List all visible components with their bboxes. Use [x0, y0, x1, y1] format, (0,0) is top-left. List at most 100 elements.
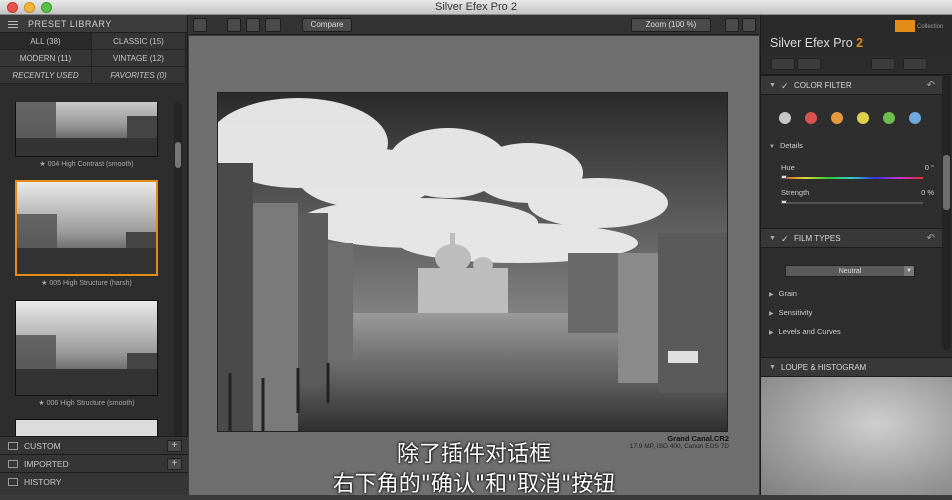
menu-icon: [8, 21, 18, 29]
preview-image[interactable]: [217, 92, 728, 432]
nik-logo-icon: [895, 20, 915, 33]
zoom-window-button[interactable]: [41, 2, 52, 13]
collapse-icon: ▼: [769, 82, 776, 89]
scrollbar-thumb[interactable]: [943, 155, 950, 210]
color-filter-title: COLOR FILTER: [794, 81, 852, 90]
preset-item-selected[interactable]: ★ 005 High Structure (harsh): [15, 180, 158, 287]
background-light-button[interactable]: [725, 18, 739, 32]
reset-color-filter-icon[interactable]: ↶: [927, 76, 935, 96]
collapse-icon: ▼: [769, 235, 776, 242]
history-section[interactable]: HISTORY: [0, 472, 188, 495]
hue-label: Hue: [781, 163, 795, 172]
adjustments-panel: Collection Silver Efex Pro 2 ▼ ✓ COLOR F…: [760, 15, 952, 495]
panel-tab-button[interactable]: [871, 58, 895, 70]
filter-red-button[interactable]: [805, 112, 817, 124]
panel-icon-row: [761, 55, 952, 75]
custom-section-label: CUSTOM: [24, 441, 61, 451]
expand-icon: ▶: [769, 292, 774, 298]
zoom-dropdown[interactable]: Zoom (100 %): [631, 18, 711, 32]
preset-thumbnail: [15, 102, 158, 157]
add-custom-preset-button[interactable]: +: [167, 440, 182, 452]
brand-header: Collection Silver Efex Pro 2: [761, 15, 952, 55]
filter-yellow-button[interactable]: [857, 112, 869, 124]
strength-label: Strength: [781, 188, 810, 197]
minimize-window-button[interactable]: [24, 2, 35, 13]
category-classic[interactable]: CLASSIC (15): [92, 33, 186, 50]
side-by-side-view-button[interactable]: [265, 18, 281, 32]
scrollbar-thumb[interactable]: [175, 142, 181, 168]
subtitle-line-1: 除了插件对话框: [396, 442, 551, 467]
film-types-enable-checkbox[interactable]: ✓: [781, 229, 789, 249]
category-favorites[interactable]: FAVORITES (0): [92, 67, 186, 84]
levels-curves-subsection[interactable]: ▶ Levels and Curves: [769, 327, 841, 336]
import-icon: [8, 460, 18, 468]
reset-film-types-icon[interactable]: ↶: [927, 229, 935, 249]
panel-tab-button[interactable]: [771, 58, 795, 70]
split-view-button[interactable]: [246, 18, 260, 32]
loupe-histogram-title: LOUPE & HISTOGRAM: [781, 363, 867, 372]
image-preview-area[interactable]: Grand Canal.CR2 17.9 MP, ISO 400, Canon …: [189, 36, 759, 495]
panel-toggle-button[interactable]: [742, 18, 756, 32]
imported-section[interactable]: IMPORTED +: [0, 454, 188, 472]
sensitivity-subsection[interactable]: ▶ Sensitivity: [769, 308, 812, 317]
nik-collection-logo: Collection: [895, 19, 949, 35]
strength-slider-track[interactable]: [781, 202, 923, 204]
preset-item[interactable]: ★ 004 High Contrast (smooth): [15, 102, 158, 168]
window-titlebar: Silver Efex Pro 2: [0, 0, 952, 15]
compare-button[interactable]: Compare: [302, 18, 352, 32]
strength-value: 0 %: [921, 188, 934, 197]
expand-icon: ▶: [769, 330, 774, 336]
custom-section[interactable]: CUSTOM +: [0, 436, 188, 454]
loupe-histogram-header[interactable]: ▼ LOUPE & HISTOGRAM: [761, 357, 952, 377]
preset-item[interactable]: ★ 006 High Structure (smooth): [15, 300, 158, 407]
film-type-select[interactable]: Neutral ▼: [785, 265, 915, 277]
adjustments-scrollbar[interactable]: [942, 75, 951, 350]
chevron-down-icon: ▼: [904, 266, 914, 276]
panel-tab-button[interactable]: [797, 58, 821, 70]
history-icon: [8, 478, 18, 486]
filter-orange-button[interactable]: [831, 112, 843, 124]
hue-slider-track[interactable]: [781, 177, 923, 179]
filter-blue-button[interactable]: [909, 112, 921, 124]
close-window-button[interactable]: [7, 2, 18, 13]
browser-toggle-button[interactable]: [193, 18, 207, 32]
film-types-title: FILM TYPES: [794, 234, 841, 243]
import-preset-button[interactable]: +: [167, 458, 182, 470]
filter-neutral-button[interactable]: [779, 112, 791, 124]
strength-slider-thumb[interactable]: [781, 200, 787, 204]
hue-slider-thumb[interactable]: [781, 175, 787, 179]
expand-icon: ▶: [769, 311, 774, 317]
loupe-preview[interactable]: [761, 377, 952, 495]
hue-value: 0 °: [924, 163, 934, 172]
preset-label: ★ 005 High Structure (harsh): [41, 280, 132, 287]
product-name: Silver Efex Pro 2: [770, 36, 864, 50]
single-view-button[interactable]: [227, 18, 241, 32]
view-toolbar: Compare Zoom (100 %): [189, 15, 759, 35]
imported-section-label: IMPORTED: [24, 459, 69, 469]
details-subsection[interactable]: ▼ Details: [769, 141, 803, 150]
color-filter-header[interactable]: ▼ ✓ COLOR FILTER ↶: [761, 75, 943, 95]
collapse-icon: ▼: [769, 364, 776, 371]
color-filter-enable-checkbox[interactable]: ✓: [781, 76, 789, 96]
category-vintage[interactable]: VINTAGE (12): [92, 50, 186, 67]
category-recently-used[interactable]: RECENTLY USED: [0, 67, 92, 84]
category-modern[interactable]: MODERN (11): [0, 50, 92, 67]
panel-tab-button[interactable]: [903, 58, 927, 70]
preset-thumbnail: [15, 300, 158, 396]
subtitle-line-2: 右下角的"确认"和"取消"按钮: [332, 472, 616, 497]
preset-list-scrollbar[interactable]: [174, 102, 182, 449]
window-title: Silver Efex Pro 2: [435, 1, 517, 13]
grain-subsection[interactable]: ▶ Grain: [769, 289, 797, 298]
preset-library-title: PRESET LIBRARY: [28, 19, 112, 29]
preset-label: ★ 006 High Structure (smooth): [38, 400, 135, 407]
expand-icon: ▼: [769, 144, 775, 150]
preset-category-grid: ALL (38) CLASSIC (15) MODERN (11) VINTAG…: [0, 33, 187, 84]
filter-green-button[interactable]: [883, 112, 895, 124]
film-types-header[interactable]: ▼ ✓ FILM TYPES ↶: [761, 228, 943, 248]
preset-thumbnail: [15, 180, 158, 276]
preset-library-panel: PRESET LIBRARY ALL (38) CLASSIC (15) MOD…: [0, 15, 188, 495]
folder-icon: [8, 442, 18, 450]
video-subtitle: 除了插件对话框 右下角的"确认"和"取消"按钮: [189, 440, 759, 500]
category-all[interactable]: ALL (38): [0, 33, 92, 50]
preset-library-header[interactable]: PRESET LIBRARY: [0, 15, 187, 33]
